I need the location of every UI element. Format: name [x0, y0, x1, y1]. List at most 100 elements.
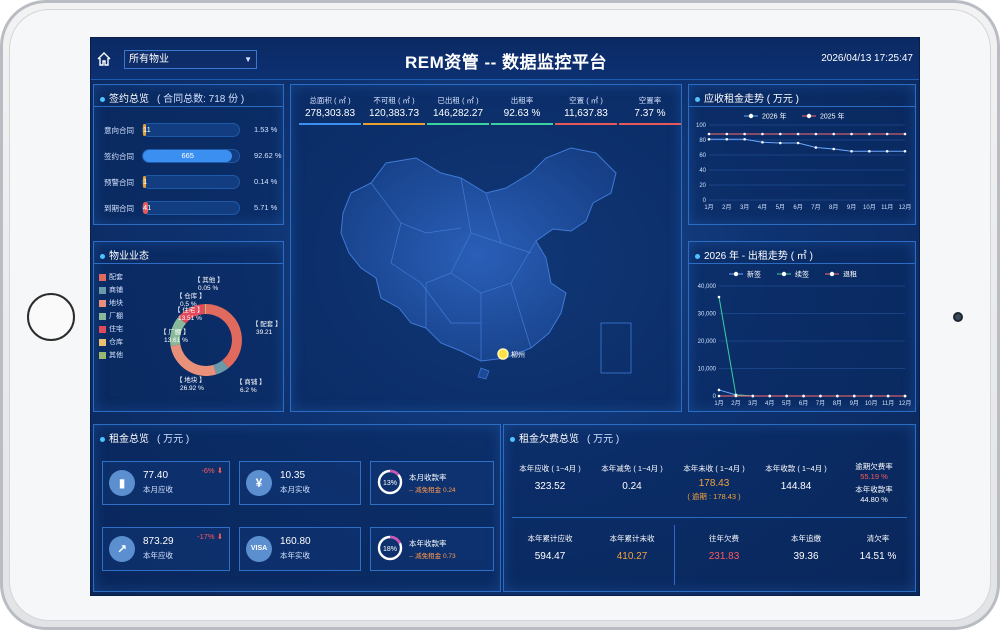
- contract-row[interactable]: 到期合同 41 5.71 %: [104, 201, 284, 215]
- contract-overview-title: 签约总览: [109, 94, 149, 105]
- contract-row[interactable]: 签约合同 665 92.62 %: [104, 149, 284, 163]
- rent-overview-unit: ( 万元 ): [157, 434, 190, 445]
- arrears-item: 往年欠费 231.83: [708, 534, 740, 562]
- month-collection-label: 本月收款率: [409, 473, 447, 482]
- x-tick-label: 5月: [776, 204, 785, 211]
- kpi-value: 146,282.27: [432, 108, 484, 119]
- contract-row-label: 到期合同: [104, 204, 134, 213]
- rental-trend-panel: 2026 年 - 出租走势 ( ㎡ ) 0 10,000 20,000 30,000 4…: [688, 241, 916, 412]
- property-format-title: 物业业态: [109, 251, 149, 262]
- legend-marker: [748, 113, 754, 119]
- contract-row-bar: 11: [142, 123, 240, 137]
- data-point: [785, 394, 788, 398]
- month-received-card[interactable]: ¥ 10.35 本月实收: [239, 461, 361, 505]
- legend-item[interactable]: 住宅: [99, 324, 123, 334]
- kpi-label: 已出租 ( ㎡ ): [437, 96, 479, 105]
- kpi-value: 11,637.83: [564, 108, 608, 119]
- kpi-tile: 空置率 7.37 %: [619, 95, 681, 127]
- legend-label: 2025 年: [820, 112, 845, 121]
- year-collection-rate-card[interactable]: 18% 本年收款率 -- 减免租金 0.73: [370, 527, 494, 571]
- data-point: [761, 132, 764, 136]
- legend-item[interactable]: 仓库: [99, 337, 123, 347]
- down-arrow-icon: ⬇: [216, 466, 223, 475]
- contract-row[interactable]: 意向合同 11 1.53 %: [104, 123, 284, 137]
- x-tick-label: 11月: [881, 204, 893, 211]
- data-point: [886, 394, 890, 398]
- y-tick-label: 20,000: [698, 339, 717, 345]
- kpi-underline: [619, 123, 681, 125]
- year-receivable-card[interactable]: ↗ 873.29 本年应收 -17% ⬇: [102, 527, 230, 571]
- line-chart-icon: ↗: [109, 536, 135, 562]
- property-format-panel: 物业业态 配套商铺地块厂棚住宅仓库其他 【 其他 】 0.05 % 【 仓库 】 0.…: [93, 241, 284, 412]
- data-point: [743, 137, 746, 141]
- data-point: [761, 140, 764, 144]
- data-point: [814, 132, 818, 136]
- contract-row[interactable]: 预警合同 1 0.14 %: [104, 175, 284, 189]
- donut-label: 【 商铺 】: [236, 377, 266, 386]
- month-receivable-change: -6%: [201, 466, 215, 475]
- map-panel: 总面积 ( ㎡ ) 278,303.83 不可租 ( ㎡ ) 120,383.73 已出…: [290, 84, 682, 412]
- year-received-card[interactable]: VISA 160.80 本年实收: [239, 527, 361, 571]
- data-point: [903, 149, 907, 153]
- donut-label: 【 住宅 】: [174, 305, 204, 314]
- data-point: [903, 132, 907, 136]
- x-tick-label: 12月: [899, 204, 912, 211]
- data-point: [832, 132, 836, 136]
- kpi-tile: 总面积 ( ㎡ ) 278,303.83: [299, 95, 361, 127]
- x-tick-label: 3月: [740, 204, 749, 211]
- donut-slice[interactable]: [170, 344, 217, 376]
- arrears-unit: ( 万元 ): [587, 434, 620, 445]
- contract-row-bar: 41: [142, 201, 240, 215]
- x-tick-label: 9月: [850, 400, 859, 407]
- series-line: [718, 296, 905, 397]
- year-collection-ring-label: 18%: [383, 546, 397, 553]
- donut-label: 【 其他 】: [194, 275, 224, 284]
- arrears-item: 逾期欠费率 55.19 % 本年收款率 44.80 %: [855, 462, 893, 504]
- donut-label-pct: 0.05 %: [198, 285, 218, 292]
- data-point: [885, 132, 889, 136]
- arrears-item: 本年未收 ( 1~4月 ) 178.43 ( 逾期 : 178.43 ): [683, 464, 745, 501]
- data-point: [850, 132, 853, 136]
- home-button[interactable]: [27, 293, 75, 341]
- rent-trend-title: 应收租金走势 ( 万元 ): [704, 94, 799, 105]
- tablet-frame: 所有物业 ▼ REM资管 -- 数据监控平台 2026/04/13 17:25:…: [0, 0, 1000, 630]
- kpi-underline: [299, 123, 361, 125]
- format-donut-chart: 【 其他 】0.05 %【 仓库 】0.5 %【 住宅 】13.51 %【 厂棚…: [160, 275, 282, 394]
- year-receivable-label: 本年应收: [143, 551, 173, 560]
- data-point: [850, 149, 853, 153]
- contract-row-count: 665: [181, 151, 194, 160]
- x-tick-label: 3月: [748, 400, 757, 407]
- arrears-item: 清欠率 14.51 %: [859, 534, 897, 562]
- donut-label-pct: 6.2 %: [240, 387, 257, 394]
- legend-item[interactable]: 其他: [99, 350, 123, 360]
- donut-slice[interactable]: [206, 304, 242, 369]
- arrears-item: 本年减免 ( 1~4月 ) 0.24: [601, 464, 663, 492]
- contract-row-count: 1: [143, 177, 148, 186]
- contract-row-pct: 92.62 %: [254, 151, 282, 160]
- city-marker[interactable]: [497, 348, 509, 360]
- rent-trend-panel: 应收租金走势 ( 万元 ) 0 20 40 60 80 100 1月 2月 3月 4月 5月 6月 7月…: [688, 84, 916, 225]
- month-reduction: -- 减免租金 0.24: [409, 487, 456, 494]
- y-tick-label: 30,000: [698, 312, 717, 318]
- data-point: [707, 132, 711, 136]
- x-tick-label: 6月: [799, 400, 808, 407]
- month-receivable-card[interactable]: ▮ 77.40 本月应收 -6% ⬇: [102, 461, 230, 505]
- rent-trend-chart: 0 20 40 60 80 100 1月 2月 3月 4月 5月 6月 7月 8月 9月 10月 11月 12月 2…: [696, 112, 912, 212]
- x-tick-label: 11月: [882, 400, 894, 407]
- legend-item[interactable]: 地块: [99, 298, 123, 308]
- donut-label-pct: 39.21: [256, 329, 273, 336]
- legend-item[interactable]: 商铺: [99, 285, 123, 295]
- arrears-item: 本年应收 ( 1~4月 ) 323.52: [519, 464, 581, 492]
- credit-card-icon: VISA: [246, 536, 272, 562]
- x-tick-label: 10月: [865, 400, 878, 407]
- month-collection-rate-card[interactable]: 13% 本月收款率 -- 减免租金 0.24: [370, 461, 494, 505]
- kpi-tile: 空置 ( ㎡ ) 11,637.83: [555, 95, 617, 127]
- data-point: [768, 394, 772, 398]
- data-point: [819, 394, 822, 398]
- legend-item[interactable]: 厂棚: [99, 311, 123, 321]
- legend-item[interactable]: 配套: [99, 272, 123, 282]
- data-point: [832, 147, 836, 151]
- year-receivable-value: 873.29: [143, 536, 174, 547]
- data-point: [743, 132, 746, 136]
- contract-total: ( 合同总数: 718 份 ): [157, 94, 245, 105]
